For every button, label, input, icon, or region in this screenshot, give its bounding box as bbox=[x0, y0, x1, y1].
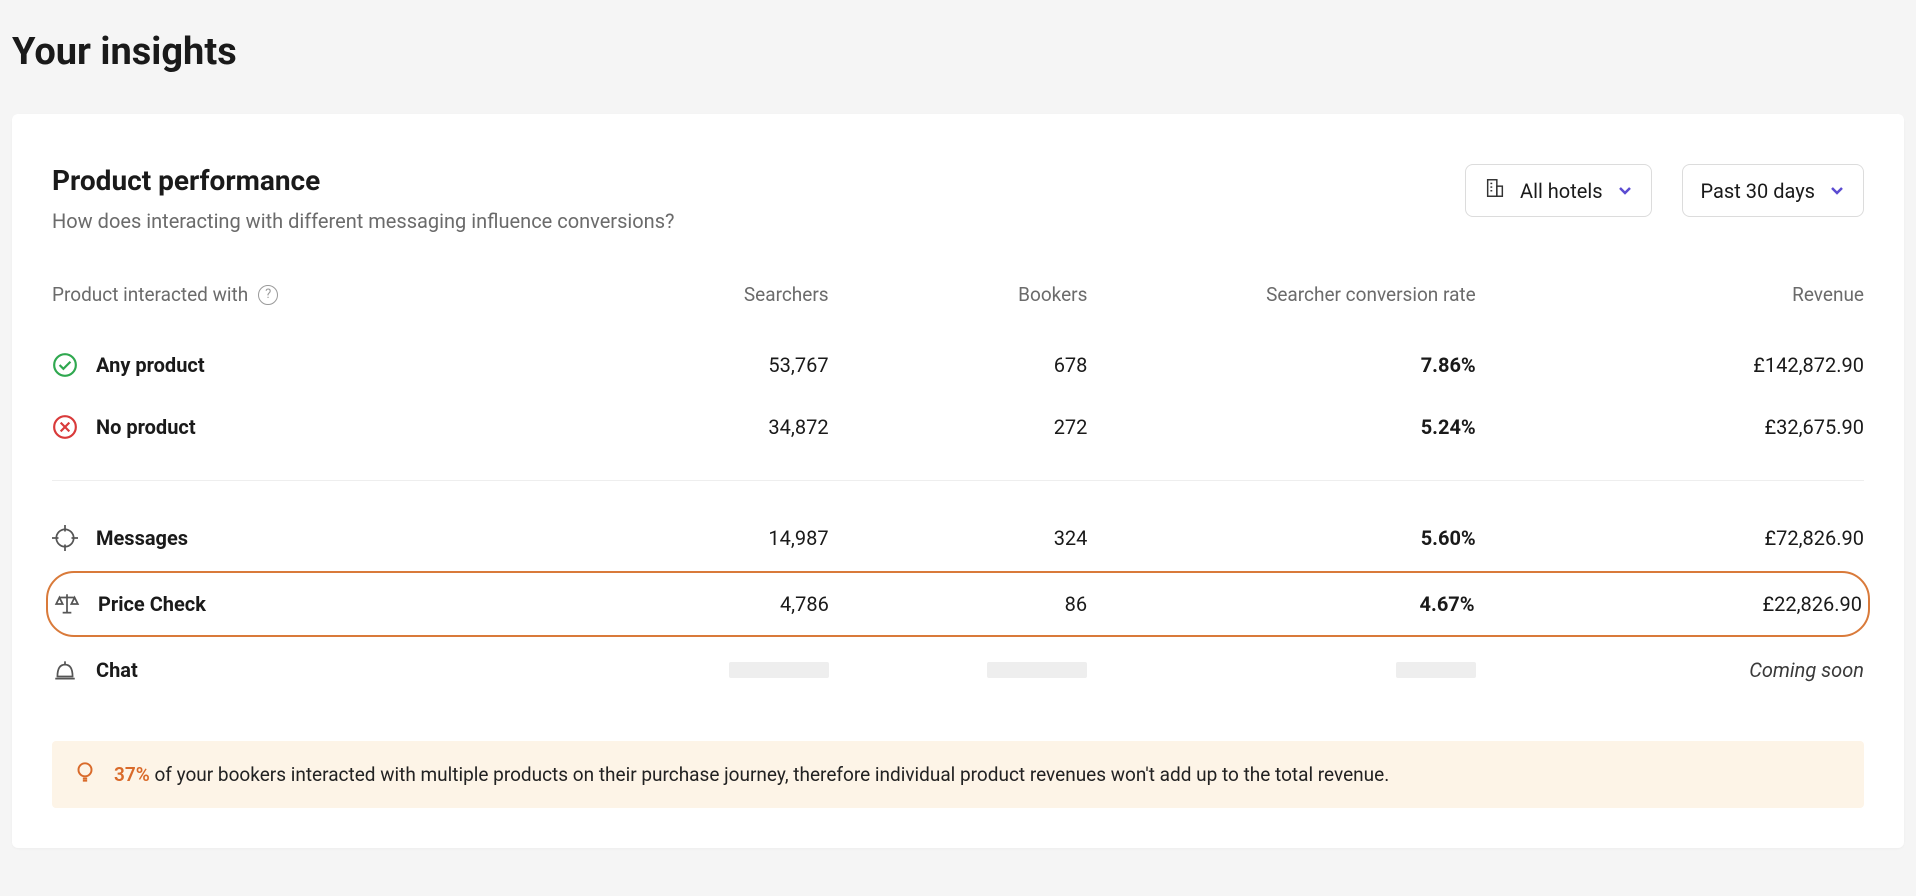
cell-bookers: 272 bbox=[829, 415, 1088, 439]
cell-searchers: 14,987 bbox=[570, 526, 829, 550]
hint-percentage: 37% bbox=[114, 763, 150, 786]
cell-revenue: £142,872.90 bbox=[1476, 353, 1864, 377]
hint-text: 37% of your bookers interacted with mult… bbox=[114, 763, 1389, 786]
filters: All hotels Past 30 days bbox=[1465, 164, 1864, 217]
hint-bar: 37% of your bookers interacted with mult… bbox=[52, 741, 1864, 808]
card-title: Product performance bbox=[52, 164, 675, 197]
period-select-label: Past 30 days bbox=[1701, 179, 1815, 203]
check-circle-icon bbox=[52, 352, 78, 378]
page-title: Your insights bbox=[0, 0, 1916, 114]
row-name: Price Check bbox=[54, 591, 571, 617]
cell-conversion: 7.86% bbox=[1087, 353, 1475, 377]
cell-conversion-skeleton bbox=[1087, 662, 1475, 678]
row-label: Chat bbox=[96, 658, 138, 682]
cell-coming-soon: Coming soon bbox=[1476, 658, 1864, 682]
table-row-price-check: Price Check 4,786 86 4.67% £22,826.90 bbox=[48, 581, 1868, 627]
card-title-block: Product performance How does interacting… bbox=[52, 164, 675, 233]
row-label: Messages bbox=[96, 526, 188, 550]
card-header: Product performance How does interacting… bbox=[52, 164, 1864, 233]
col-searchers-header: Searchers bbox=[570, 283, 829, 306]
table-row-chat: Chat Coming soon bbox=[52, 639, 1864, 701]
cell-bookers: 678 bbox=[829, 353, 1088, 377]
row-label: No product bbox=[96, 415, 196, 439]
chevron-down-icon bbox=[1829, 179, 1845, 203]
cell-conversion: 5.60% bbox=[1087, 526, 1475, 550]
product-performance-card: Product performance How does interacting… bbox=[12, 114, 1904, 848]
hint-message: of your bookers interacted with multiple… bbox=[150, 763, 1389, 786]
row-name: Messages bbox=[52, 525, 570, 551]
col-conversion-header: Searcher conversion rate bbox=[1087, 283, 1475, 306]
cell-conversion: 5.24% bbox=[1087, 415, 1475, 439]
cell-searchers-skeleton bbox=[570, 662, 829, 678]
col-product-label: Product interacted with bbox=[52, 283, 248, 306]
highlighted-row-container: Price Check 4,786 86 4.67% £22,826.90 bbox=[46, 571, 1870, 637]
table-row-messages: Messages 14,987 324 5.60% £72,826.90 bbox=[52, 507, 1864, 569]
table-row-any-product: Any product 53,767 678 7.86% £142,872.90 bbox=[52, 334, 1864, 396]
hotels-select[interactable]: All hotels bbox=[1465, 164, 1652, 217]
cell-searchers: 53,767 bbox=[570, 353, 829, 377]
target-icon bbox=[52, 525, 78, 551]
row-name: No product bbox=[52, 414, 570, 440]
cell-conversion: 4.67% bbox=[1087, 592, 1474, 616]
cross-circle-icon bbox=[52, 414, 78, 440]
help-icon[interactable]: ? bbox=[258, 285, 278, 305]
row-label: Price Check bbox=[98, 592, 206, 616]
row-name: Any product bbox=[52, 352, 570, 378]
period-select[interactable]: Past 30 days bbox=[1682, 164, 1864, 217]
cell-bookers-skeleton bbox=[829, 662, 1088, 678]
col-product-header: Product interacted with ? bbox=[52, 283, 570, 306]
card-subtitle: How does interacting with different mess… bbox=[52, 209, 675, 233]
cell-bookers: 324 bbox=[829, 526, 1088, 550]
hotels-select-label: All hotels bbox=[1520, 179, 1603, 203]
table-row-no-product: No product 34,872 272 5.24% £32,675.90 bbox=[52, 396, 1864, 458]
cell-searchers: 34,872 bbox=[570, 415, 829, 439]
row-name: Chat bbox=[52, 657, 570, 683]
row-label: Any product bbox=[96, 353, 205, 377]
cell-revenue: £22,826.90 bbox=[1475, 592, 1862, 616]
bell-icon bbox=[52, 657, 78, 683]
chevron-down-icon bbox=[1617, 179, 1633, 203]
divider bbox=[52, 480, 1864, 481]
cell-bookers: 86 bbox=[829, 592, 1087, 616]
lightbulb-icon bbox=[72, 759, 98, 790]
cell-revenue: £32,675.90 bbox=[1476, 415, 1864, 439]
scales-icon bbox=[54, 591, 80, 617]
table-header: Product interacted with ? Searchers Book… bbox=[52, 283, 1864, 334]
col-bookers-header: Bookers bbox=[829, 283, 1088, 306]
cell-revenue: £72,826.90 bbox=[1476, 526, 1864, 550]
col-revenue-header: Revenue bbox=[1476, 283, 1864, 306]
building-icon bbox=[1484, 177, 1506, 204]
cell-searchers: 4,786 bbox=[571, 592, 829, 616]
product-table: Product interacted with ? Searchers Book… bbox=[52, 283, 1864, 701]
